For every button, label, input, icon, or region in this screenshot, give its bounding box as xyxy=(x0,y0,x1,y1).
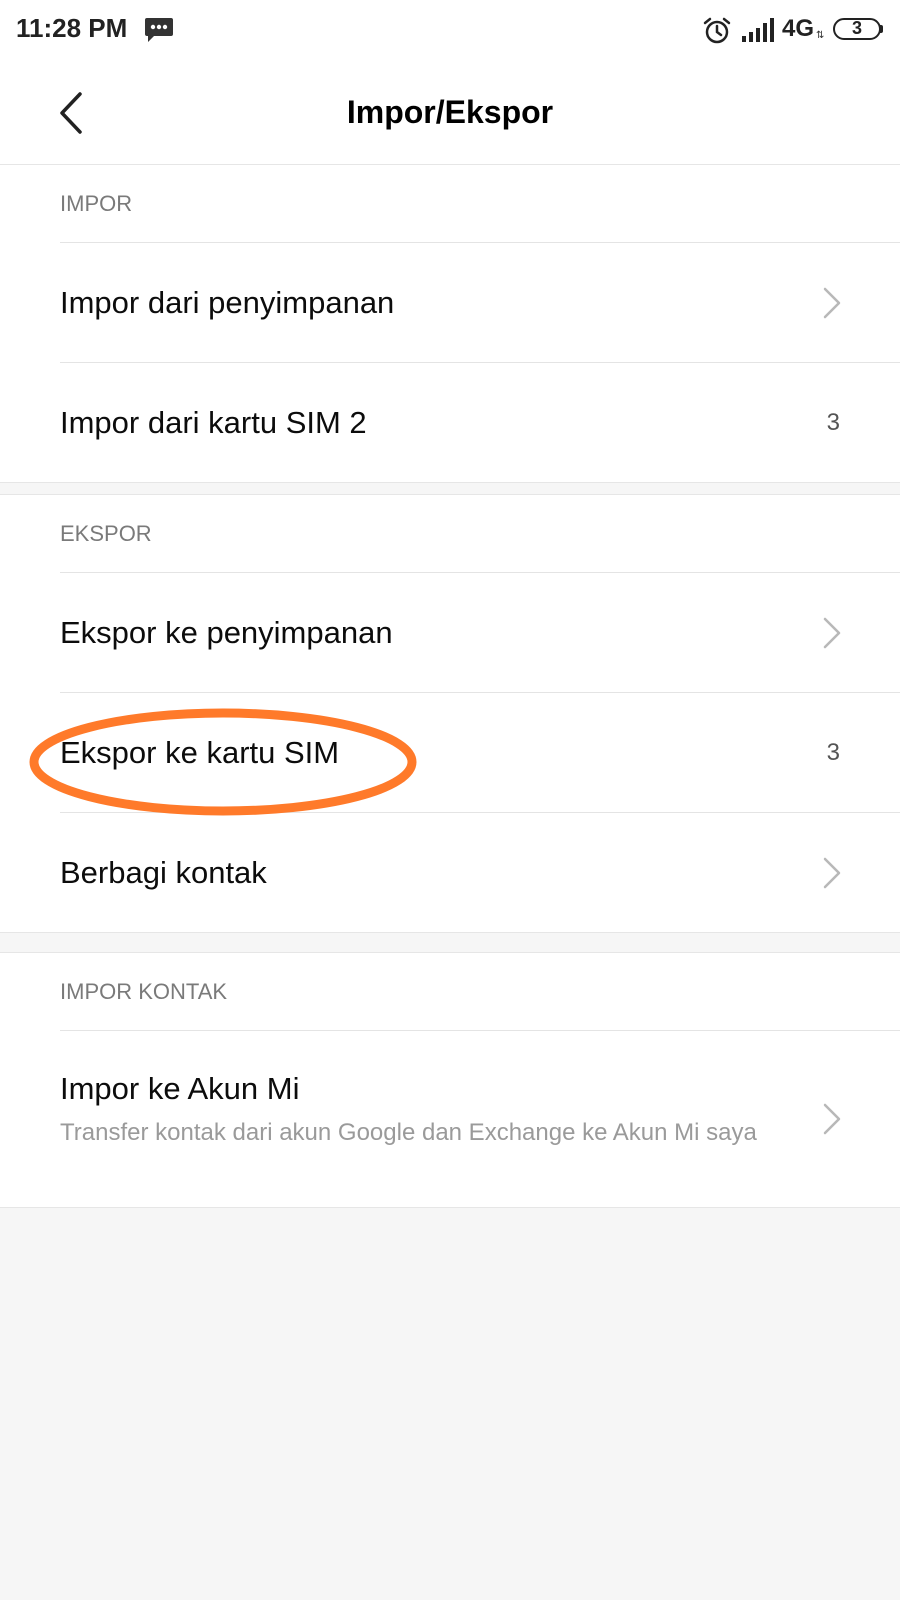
row-label: Impor ke Akun Mi xyxy=(60,1071,300,1106)
section-ekspor: EKSPOR Ekspor ke penyimpanan Ekspor ke k… xyxy=(0,494,900,933)
import-to-mi-account-item[interactable]: Impor ke Akun Mi Transfer kontak dari ak… xyxy=(60,1031,900,1207)
export-to-sim-item[interactable]: Ekspor ke kartu SIM 3 xyxy=(60,693,900,813)
export-to-storage-item[interactable]: Ekspor ke penyimpanan xyxy=(60,573,900,693)
app-bar: Impor/Ekspor xyxy=(0,62,900,165)
row-label: Berbagi kontak xyxy=(60,855,267,890)
import-from-storage-item[interactable]: Impor dari penyimpanan xyxy=(60,243,900,363)
chevron-right-icon xyxy=(823,857,841,889)
alarm-icon xyxy=(702,16,732,51)
status-bar: 11:28 PM 4G ⇅ 3 xyxy=(0,0,900,62)
import-from-sim2-item[interactable]: Impor dari kartu SIM 2 3 xyxy=(60,363,900,482)
row-label: Ekspor ke penyimpanan xyxy=(60,615,393,650)
row-label: Impor dari kartu SIM 2 xyxy=(60,405,367,440)
message-icon xyxy=(144,16,174,49)
signal-icon xyxy=(742,18,778,47)
row-label: Ekspor ke kartu SIM xyxy=(60,735,340,770)
section-header: IMPOR KONTAK xyxy=(60,953,900,1031)
share-contacts-item[interactable]: Berbagi kontak xyxy=(60,813,900,932)
chevron-right-icon xyxy=(823,617,841,649)
status-time: 11:28 PM xyxy=(16,13,128,43)
network-type: 4G xyxy=(782,15,815,42)
contact-count: 3 xyxy=(826,739,840,766)
chevron-right-icon xyxy=(823,1103,841,1135)
battery-tip xyxy=(880,25,883,33)
data-activity-icon: ⇅ xyxy=(816,30,825,41)
section-header: EKSPOR xyxy=(60,495,900,573)
page-title: Impor/Ekspor xyxy=(346,94,554,130)
contact-count: 3 xyxy=(826,409,840,436)
section-header: IMPOR xyxy=(60,165,900,243)
battery-icon: 3 xyxy=(833,18,881,40)
row-subtitle: Transfer kontak dari akun Google dan Exc… xyxy=(60,1119,757,1146)
section-impor-kontak: IMPOR KONTAK Impor ke Akun Mi Transfer k… xyxy=(0,952,900,1208)
chevron-right-icon xyxy=(823,287,841,319)
section-impor: IMPOR Impor dari penyimpanan Impor dari … xyxy=(0,164,900,483)
row-label: Impor dari penyimpanan xyxy=(60,285,395,320)
